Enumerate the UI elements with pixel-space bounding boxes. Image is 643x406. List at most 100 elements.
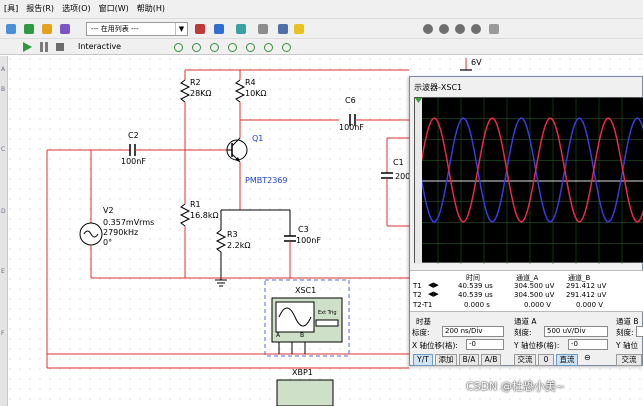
simulation-toolbar: Interactive — [0, 38, 643, 55]
channel-b-y-position-label: Y 轴位 — [616, 341, 638, 350]
help-icon — [294, 24, 304, 34]
probe-voltage-icon[interactable] — [174, 43, 183, 52]
t2-cursor-arrows-icon[interactable]: ◀▶ — [428, 290, 439, 298]
oscilloscope-window[interactable]: 示波器-XSC1 时间 通道_A 通道_B T1 ◀▶ 40.539 us 30… — [409, 76, 643, 366]
r3-name: R3 — [227, 230, 238, 239]
instrument-icon — [42, 24, 52, 34]
simulation-mode-label[interactable]: Interactive — [78, 42, 121, 51]
ab-mode-button[interactable]: A/B — [481, 354, 501, 366]
row-t2-time: 40.539 us — [458, 291, 493, 299]
main-toolbar: --- 在用列表 --- ▼ — [0, 18, 643, 38]
transfer-icon — [258, 24, 268, 34]
menu-window[interactable]: 窗口(W) — [95, 0, 133, 18]
q1-name: Q1 — [252, 134, 264, 143]
probe-differential-icon[interactable] — [228, 43, 237, 52]
q1-model: PMBT2369 — [245, 176, 288, 185]
channel-b-ac-coupling-button[interactable]: 交流 — [616, 354, 642, 366]
xsc1-pin-a: A — [276, 332, 281, 339]
xsc1-ext-trig: Ext Trig — [318, 310, 337, 316]
in-use-list-combo[interactable]: --- 在用列表 --- ▼ — [86, 22, 188, 36]
yt-mode-button[interactable]: Y/T — [413, 354, 433, 366]
chevron-down-icon: ▼ — [175, 23, 187, 35]
electrical-rules-icon — [236, 24, 246, 34]
full-screen-button[interactable] — [487, 22, 501, 36]
menu-help[interactable]: 帮助(H) — [133, 0, 169, 18]
row-t2-channel-b: 291.412 uV — [566, 291, 607, 299]
channel-a-dc-coupling-button[interactable]: 直流 — [556, 354, 578, 366]
probe-current-icon[interactable] — [192, 43, 201, 52]
t1-cursor-arrows-icon[interactable]: ◀▶ — [428, 281, 439, 289]
channel-a-heading: 通道 A — [514, 317, 537, 326]
channel-a-zero-coupling-button[interactable]: 0 — [538, 354, 554, 366]
cursor-1-bar[interactable] — [415, 98, 422, 264]
timebase-x-position-input[interactable]: -0 — [466, 339, 504, 350]
play-icon — [23, 42, 32, 52]
ruler-letter-e: E — [1, 268, 5, 275]
channel-a-polarity-icon[interactable]: ⊖ — [584, 353, 591, 362]
grapher-icon — [195, 24, 205, 34]
channel-a-y-position-label: Y 轴位移(格): — [514, 341, 560, 350]
transfer-button[interactable] — [256, 22, 270, 36]
probe-digital-icon[interactable] — [264, 43, 273, 52]
c6-value: 100nF — [339, 123, 364, 132]
component-button[interactable] — [4, 22, 18, 36]
c1-name: C1 — [393, 158, 404, 167]
row-delta-label: T2-T1 — [413, 301, 433, 309]
xsc1-name: XSC1 — [295, 286, 317, 295]
row-t1-channel-b: 291.412 uV — [566, 282, 607, 290]
channel-a-y-position-input[interactable]: -0 — [568, 339, 608, 350]
zoom-out-button[interactable] — [437, 22, 451, 36]
zoom-area-icon — [455, 24, 465, 34]
run-simulation-button[interactable] — [22, 42, 32, 52]
sheet-border-ruler: A B C D E F — [0, 56, 8, 406]
row-t1-time: 40.539 us — [458, 282, 493, 290]
probe-power-icon[interactable] — [210, 43, 219, 52]
channel-b-scale-input[interactable] — [636, 326, 643, 337]
r4-value: 10KΩ — [245, 89, 267, 98]
r2-value: 28KΩ — [190, 89, 212, 98]
stop-simulation-button[interactable] — [56, 43, 64, 51]
menu-tools[interactable]: [具] — [0, 0, 22, 18]
find-button[interactable] — [276, 22, 290, 36]
channel-b-scale-label: 刻度: — [616, 328, 634, 337]
probe-reference-icon[interactable] — [246, 43, 255, 52]
r2-name: R2 — [190, 78, 201, 87]
grapher-button[interactable] — [193, 22, 207, 36]
oscilloscope-title: 示波器-XSC1 — [414, 83, 463, 92]
help-button[interactable] — [292, 22, 306, 36]
zoom-in-button[interactable] — [421, 22, 435, 36]
timebase-scale-label: 标度: — [412, 328, 430, 337]
probe-settings-icon[interactable] — [282, 43, 291, 52]
wiring-icon — [24, 24, 34, 34]
r3-value: 2.2kΩ — [227, 241, 251, 250]
c3-value: 100nF — [296, 236, 321, 245]
watermark-text: CSDN @杜恐小美~ — [466, 380, 566, 393]
menu-options[interactable]: 选项(O) — [58, 0, 95, 18]
search-icon — [278, 24, 288, 34]
instrument-button[interactable] — [40, 22, 54, 36]
zoom-area-button[interactable] — [453, 22, 467, 36]
ruler-letter-d: D — [1, 208, 6, 215]
in-use-list-value: --- 在用列表 --- — [91, 25, 139, 33]
c1-value: 200 — [395, 172, 411, 181]
xbp1-bode-plotter[interactable] — [276, 379, 334, 406]
row-t2-label: T2 — [413, 291, 422, 299]
channel-a-ac-coupling-button[interactable]: 交流 — [514, 354, 536, 366]
row-t1-channel-a: 304.500 uV — [514, 282, 555, 290]
add-mode-button[interactable]: 添加 — [435, 354, 457, 366]
menu-reports[interactable]: 报告(R) — [22, 0, 58, 18]
database-button[interactable] — [58, 22, 72, 36]
wiring-button[interactable] — [22, 22, 36, 36]
pause-simulation-button[interactable] — [40, 42, 48, 52]
zoom-out-icon — [439, 24, 449, 34]
oscilloscope-grid — [415, 98, 643, 264]
ba-mode-button[interactable]: B/A — [459, 354, 479, 366]
cursor-readout-table: 时间 通道_A 通道_B T1 ◀▶ 40.539 us 304.500 uV … — [410, 270, 643, 312]
row-delta-channel-b: 0.000 V — [576, 301, 604, 309]
oscilloscope-screen[interactable] — [414, 97, 643, 264]
zoom-fit-button[interactable] — [469, 22, 483, 36]
postprocessor-button[interactable] — [212, 22, 226, 36]
timebase-scale-input[interactable]: 200 ns/Div — [442, 326, 504, 337]
channel-a-scale-input[interactable]: 500 uV/Div — [544, 326, 608, 337]
electrical-rules-button[interactable] — [234, 22, 248, 36]
